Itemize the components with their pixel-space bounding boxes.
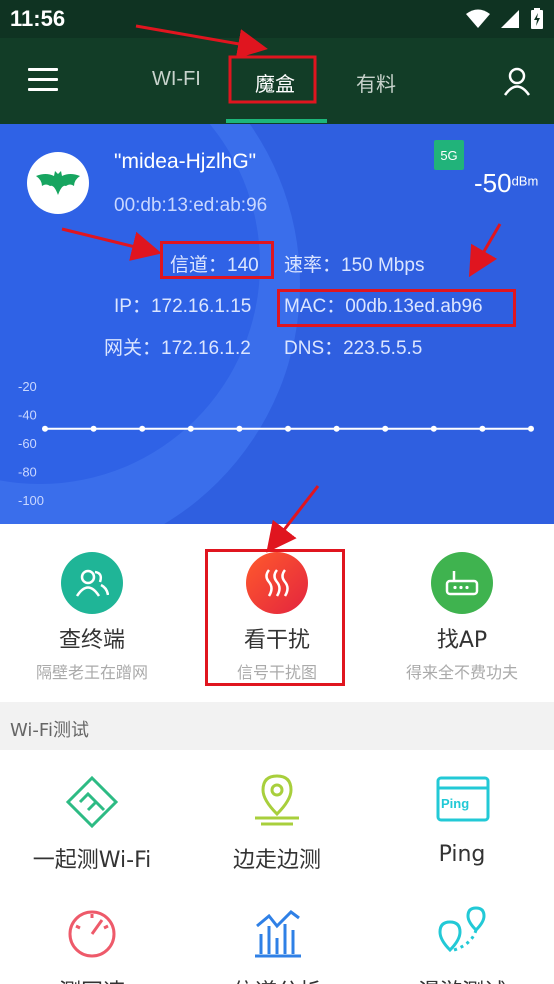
tool-title: 查终端	[58, 628, 125, 653]
tool-find-clients[interactable]: 查终端 隔壁老王在蹭网	[0, 524, 184, 702]
tool-subtitle: 得来全不费功夫	[405, 663, 518, 682]
network-info-panel: "midea-HjzlhG" 00:db:13:ed:ab:96 5G -50d…	[0, 124, 554, 524]
bar-chart-icon	[255, 910, 301, 958]
y-tick-label: -20	[18, 379, 37, 394]
wifi-icon	[466, 9, 490, 28]
section-title: Wi-Fi测试	[10, 720, 89, 741]
user-icon[interactable]	[502, 66, 532, 96]
cell-signal-icon	[501, 10, 519, 28]
ssid-label: "midea-HjzlhG"	[114, 150, 257, 173]
handshake-icon	[65, 775, 119, 828]
router-icon	[431, 552, 493, 614]
roaming-pins-icon	[438, 906, 486, 953]
y-tick-label: -40	[18, 408, 37, 423]
signal-point	[42, 425, 48, 432]
grid-item-ping[interactable]: Ping Ping	[370, 750, 554, 880]
signal-point	[285, 425, 291, 432]
dns-label: DNS：223.5.5.5	[284, 338, 423, 359]
tool-title: 找AP	[436, 628, 488, 653]
speedometer-icon	[68, 910, 116, 958]
tab-mohe[interactable]: 魔盒	[255, 68, 295, 97]
grid-item-label: 测网速	[0, 974, 184, 984]
grid-item-speed-test[interactable]: 测网速	[0, 882, 184, 984]
signal-unit: dBm	[511, 173, 539, 189]
section-header: Wi-Fi测试	[0, 702, 554, 750]
bat-logo-icon	[36, 171, 80, 195]
active-tab-indicator	[226, 119, 327, 123]
bssid-label: 00:db:13:ed:ab:96	[114, 195, 268, 216]
band-badge: 5G	[434, 140, 464, 170]
tool-subtitle: 隔壁老王在蹭网	[35, 663, 148, 682]
y-tick-label: -80	[18, 465, 37, 480]
tab-wifi[interactable]: WI-FI	[152, 68, 201, 91]
signal-point	[236, 425, 243, 432]
ping-window-icon: Ping	[436, 776, 490, 822]
signal-strength: -50dBm	[474, 168, 538, 199]
signal-point	[479, 425, 486, 432]
signal-point	[333, 425, 340, 432]
grid-item-label: Ping	[438, 842, 486, 867]
wifi-test-grid: 一起测Wi-Fi 边走边测 Ping Ping 测网速 信道分析 漫游测试	[0, 750, 554, 984]
signal-value: -50	[474, 168, 512, 198]
gateway-label: 网关：172.16.1.2	[104, 338, 251, 359]
annotation-box-mac	[277, 289, 516, 327]
grid-item-walk-test[interactable]: 边走边测	[185, 750, 369, 880]
signal-point	[139, 425, 146, 432]
signal-history-chart: -20 -40 -60 -80 -100	[18, 379, 534, 508]
tool-find-ap[interactable]: 找AP 得来全不费功夫	[370, 524, 554, 702]
grid-item-test-together[interactable]: 一起测Wi-Fi	[0, 750, 184, 880]
annotation-box-interference	[205, 549, 345, 686]
grid-item-channel-analysis[interactable]: 信道分析	[185, 882, 369, 984]
signal-point	[430, 425, 437, 432]
annotation-box-channel	[160, 241, 274, 279]
users-icon	[61, 552, 123, 614]
app-header: WI-FI 魔盒 有料	[0, 38, 554, 124]
status-icons	[466, 8, 544, 30]
status-bar: 11:56	[0, 0, 554, 38]
ip-label: IP：172.16.1.15	[114, 296, 252, 317]
signal-point	[187, 425, 194, 432]
location-pin-icon	[255, 774, 299, 826]
status-time: 11:56	[10, 6, 66, 31]
menu-icon[interactable]	[28, 68, 58, 92]
battery-charging-icon	[531, 8, 543, 29]
tab-youliao[interactable]: 有料	[356, 68, 396, 97]
router-brand-logo	[27, 152, 89, 214]
signal-point	[528, 425, 534, 432]
y-tick-label: -100	[18, 493, 44, 508]
signal-point	[90, 425, 97, 432]
grid-item-label: 信道分析	[185, 974, 369, 984]
grid-item-roaming-test[interactable]: 漫游测试	[370, 882, 554, 984]
grid-item-label: 边走边测	[232, 848, 321, 873]
grid-item-label: 漫游测试	[370, 974, 554, 984]
svg-text:Ping: Ping	[441, 796, 469, 811]
rate-label: 速率：150 Mbps	[284, 255, 425, 276]
tools-row: 查终端 隔壁老王在蹭网 看干扰 信号干扰图 找AP 得来全不费功夫	[0, 524, 554, 702]
signal-point	[382, 425, 389, 432]
grid-item-label: 一起测Wi-Fi	[32, 848, 152, 873]
y-tick-label: -60	[18, 436, 37, 451]
